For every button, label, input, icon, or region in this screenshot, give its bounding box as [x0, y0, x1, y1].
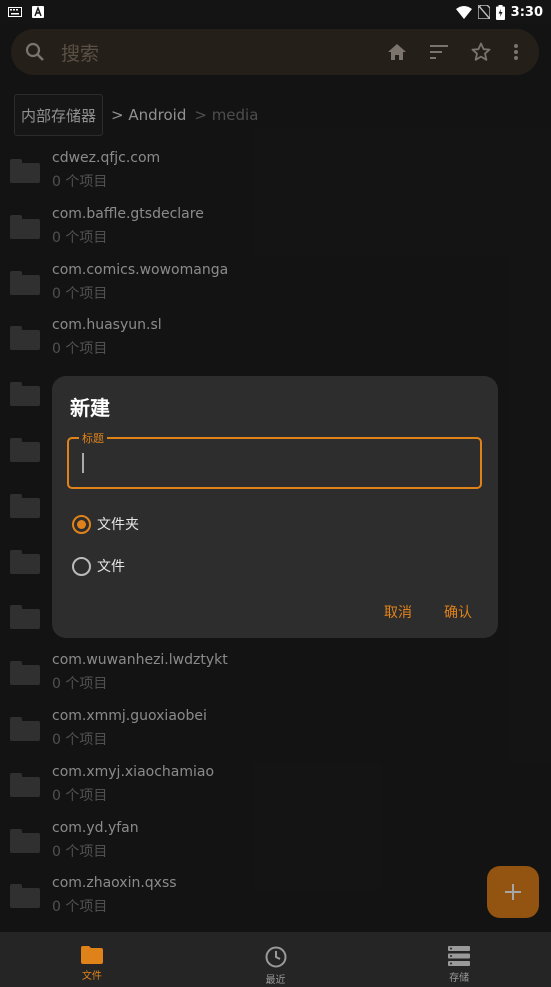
radio-file[interactable]: 文件: [72, 556, 125, 576]
status-bar: 3:30: [0, 0, 551, 24]
bottom-nav: 文件 最近 存储: [0, 932, 551, 987]
no-sim-icon: [477, 5, 490, 19]
clock-icon: [265, 946, 286, 968]
wifi-icon: [455, 5, 472, 19]
keyboard-icon: [8, 7, 22, 17]
battery-charging-icon: [495, 4, 505, 20]
folder-icon: [80, 946, 103, 964]
dialog-title: 新建: [70, 396, 110, 420]
storage-icon: [448, 946, 471, 966]
text-caret: [82, 453, 84, 473]
nav-recent[interactable]: 最近: [184, 932, 368, 987]
radio-folder-label: 文件夹: [97, 517, 139, 533]
radio-unselected-icon[interactable]: [72, 556, 91, 576]
a-badge-icon: [32, 6, 44, 18]
nav-files-label: 文件: [81, 971, 102, 982]
title-field[interactable]: 标题: [67, 430, 482, 489]
status-time: 3:30: [510, 4, 543, 20]
radio-selected-icon[interactable]: [72, 514, 91, 534]
title-field-label: 标题: [79, 430, 107, 446]
nav-storage-label: 存储: [449, 973, 470, 984]
nav-files[interactable]: 文件: [0, 932, 184, 987]
confirm-button[interactable]: 确认: [444, 602, 472, 622]
nav-storage[interactable]: 存储: [367, 932, 551, 987]
cancel-button[interactable]: 取消: [384, 602, 412, 622]
radio-folder[interactable]: 文件夹: [72, 514, 139, 534]
nav-recent-label: 最近: [265, 975, 286, 986]
new-item-dialog: 新建 标题 文件夹 文件 取消 确认: [52, 376, 498, 638]
radio-file-label: 文件: [97, 559, 125, 575]
